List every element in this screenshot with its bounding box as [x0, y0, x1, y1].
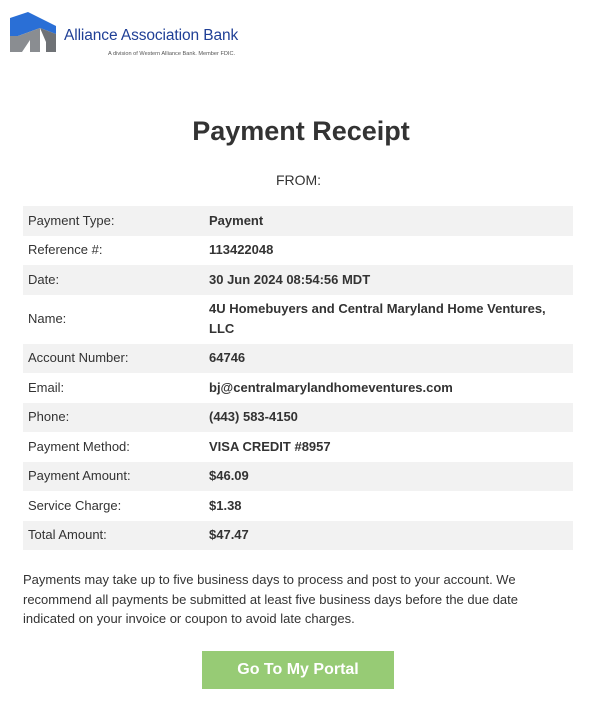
row-label: Payment Method:	[28, 438, 130, 454]
receipt-row-payment-method: Payment Method: VISA CREDIT #8957	[23, 432, 573, 462]
row-value: Payment	[209, 212, 264, 228]
receipt-row-email: Email: bj@centralmarylandhomeventures.co…	[23, 373, 573, 403]
row-value: 64746	[209, 350, 246, 366]
row-label: Date:	[28, 271, 60, 287]
row-value: VISA CREDIT #8957	[209, 438, 331, 454]
row-label: Phone:	[28, 409, 70, 425]
bank-name: Alliance Association Bank	[64, 27, 239, 44]
row-value: $1.38	[209, 497, 242, 513]
page-title: Payment Receipt	[192, 116, 410, 146]
row-label: Service Charge:	[28, 497, 122, 513]
bank-logo: Alliance Association Bank A division of …	[10, 10, 250, 62]
from-label: FROM:	[275, 172, 322, 188]
row-value: bj@centralmarylandhomeventures.com	[209, 379, 453, 395]
row-label: Payment Amount:	[28, 468, 131, 484]
row-label: Name:	[28, 311, 67, 326]
receipt-row-name: Name: 4U Homebuyers and Central Maryland…	[23, 295, 573, 344]
go-to-portal-button[interactable]: Go To My Portal	[202, 651, 394, 689]
house-roof-logo-icon	[10, 12, 56, 52]
receipt-row-account-number: Account Number: 64746	[23, 343, 573, 373]
row-value: 30 Jun 2024 08:54:56 MDT	[209, 271, 371, 287]
receipt-row-date: Date: 30 Jun 2024 08:54:56 MDT	[23, 265, 573, 295]
row-value: 4U Homebuyers and Central Maryland Home …	[209, 301, 546, 336]
receipt-row-payment-type: Payment Type: Payment	[23, 206, 573, 236]
row-value: 113422048	[209, 242, 274, 258]
row-label: Reference #:	[28, 242, 103, 258]
bank-tagline: A division of Western Alliance Bank. Mem…	[108, 51, 236, 57]
receipt-row-reference: Reference #: 113422048	[23, 236, 573, 266]
receipt-row-service-charge: Service Charge: $1.38	[23, 491, 573, 521]
receipt-row-phone: Phone: (443) 583-4150	[23, 402, 573, 432]
row-label: Email:	[28, 379, 65, 395]
row-value: (443) 583-4150	[209, 409, 298, 425]
row-value: $46.09	[209, 468, 249, 484]
row-label: Total Amount:	[28, 527, 107, 543]
row-label: Account Number:	[28, 350, 129, 366]
processing-notice: Payments may take up to five business da…	[23, 572, 519, 626]
receipt-row-total-amount: Total Amount: $47.47	[23, 520, 573, 550]
row-value: $47.47	[209, 527, 249, 543]
receipt-row-payment-amount: Payment Amount: $46.09	[23, 461, 573, 491]
receipt-table: Payment Type: Payment Reference #: 11342…	[23, 206, 573, 550]
row-label: Payment Type:	[28, 212, 115, 228]
